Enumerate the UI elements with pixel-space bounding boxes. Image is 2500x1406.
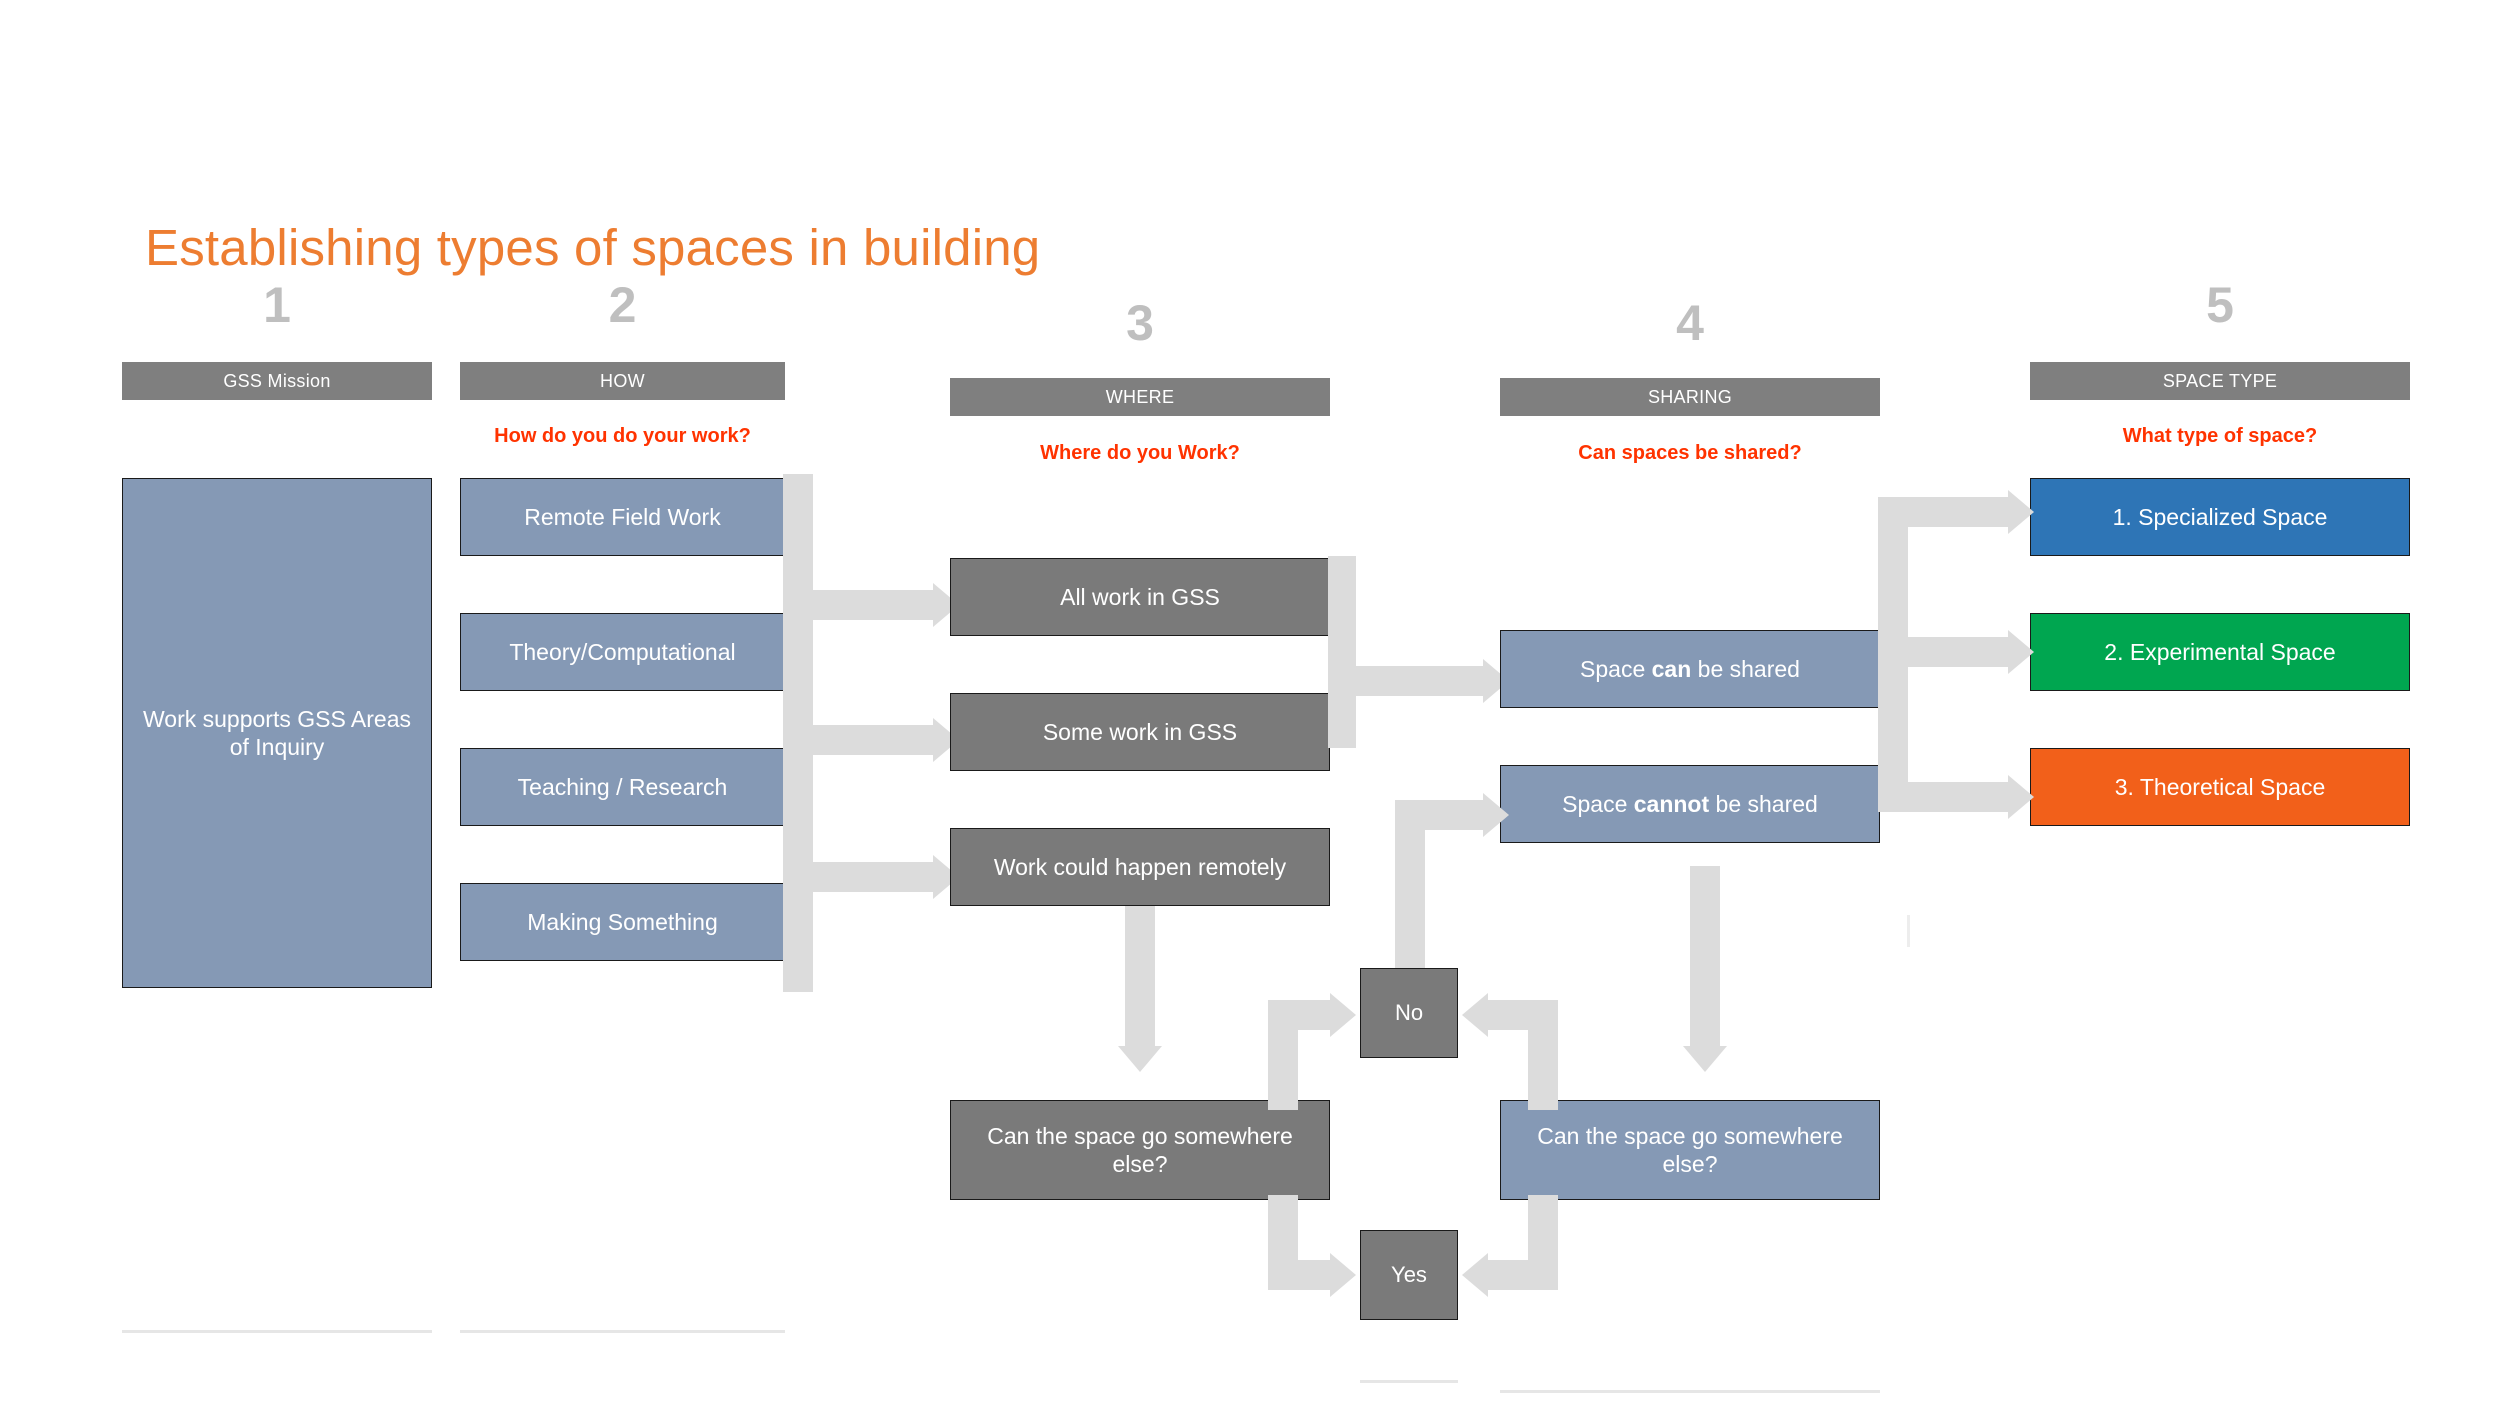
space-type-experimental[interactable]: 2. Experimental Space xyxy=(2030,613,2410,691)
arrow-head-no-to-cannot-share xyxy=(1483,793,1509,837)
connector-left-question-to-no xyxy=(1268,1000,1330,1030)
arrow-head-to-experimental xyxy=(2008,630,2034,674)
caption-where: Where do you Work? xyxy=(1040,442,1240,464)
step-number-2: 2 xyxy=(608,277,637,333)
arrow-head-to-theoretical xyxy=(2008,775,2034,819)
box-label: 2. Experimental Space xyxy=(2104,638,2336,665)
decision-box-no[interactable]: No xyxy=(1360,968,1458,1058)
connector-cannot-share-to-question-right xyxy=(1690,866,1720,1046)
how-box-remote-field-work[interactable]: Remote Field Work xyxy=(460,478,785,556)
footer-rule-2 xyxy=(460,1330,785,1333)
connector-to-experimental xyxy=(1878,637,2008,667)
box-label: Making Something xyxy=(527,908,718,935)
step-number-1: 1 xyxy=(263,277,291,333)
arrow-head-to-specialized xyxy=(2008,490,2034,534)
where-box-all-work-in-gss[interactable]: All work in GSS xyxy=(950,558,1330,636)
label-prefix: Space xyxy=(1562,790,1634,817)
how-box-theory-computational[interactable]: Theory/Computational xyxy=(460,613,785,691)
label-emphasis: cannot xyxy=(1633,790,1710,817)
connector-right-question-to-yes xyxy=(1488,1260,1558,1290)
label-suffix: be shared xyxy=(1709,790,1818,817)
box-label: Yes xyxy=(1391,1261,1427,1287)
sharing-box-can-be-shared[interactable]: Space can be shared xyxy=(1500,630,1880,708)
arrow-head-right-question-to-no xyxy=(1462,993,1488,1037)
connector-no-to-cannot-share xyxy=(1395,800,1483,830)
step-number-3: 3 xyxy=(1126,295,1154,351)
label-prefix: Space xyxy=(1580,655,1652,682)
page-title: Establishing types of spaces in building xyxy=(145,219,1041,276)
how-box-teaching-research[interactable]: Teaching / Research xyxy=(460,748,785,826)
decision-box-yes[interactable]: Yes xyxy=(1360,1230,1458,1320)
column-header-sharing: SHARING xyxy=(1500,378,1880,416)
connector-how-to-some-work xyxy=(783,725,933,755)
label-emphasis: can xyxy=(1651,655,1692,682)
caption-space-type: What type of space? xyxy=(2122,425,2318,447)
box-label: Space cannot be shared xyxy=(1562,790,1818,818)
box-label: No xyxy=(1394,999,1424,1025)
box-label: 3. Theoretical Space xyxy=(2114,773,2326,800)
box-label: Remote Field Work xyxy=(524,503,721,530)
question-box-right[interactable]: Can the space go somewhere else? xyxy=(1500,1100,1880,1200)
box-label: All work in GSS xyxy=(1060,583,1220,610)
box-label: Space can be shared xyxy=(1580,655,1800,683)
connector-right-question-to-no xyxy=(1488,1000,1558,1030)
box-label: Can the space go somewhere else? xyxy=(1537,1122,1843,1177)
footer-rule-4 xyxy=(1500,1390,1880,1393)
footer-rule-1 xyxy=(122,1330,432,1333)
step-number-5: 5 xyxy=(2206,277,2234,333)
connector-where-to-can-share xyxy=(1328,666,1483,696)
column-header-gss-mission: GSS Mission xyxy=(122,362,432,400)
footer-rule-3 xyxy=(1360,1380,1458,1383)
box-label: Teaching / Research xyxy=(517,773,728,800)
caption-how: How do you do your work? xyxy=(494,425,751,447)
box-label: Work could happen remotely xyxy=(993,853,1287,880)
label-suffix: be shared xyxy=(1691,655,1800,682)
connector-left-question-to-yes xyxy=(1268,1260,1330,1290)
caption-sharing: Can spaces be shared? xyxy=(1578,442,1802,464)
space-type-theoretical[interactable]: 3. Theoretical Space xyxy=(2030,748,2410,826)
column-header-how: HOW xyxy=(460,362,785,400)
column-header-where: WHERE xyxy=(950,378,1330,416)
where-box-some-work-in-gss[interactable]: Some work in GSS xyxy=(950,693,1330,771)
connector-how-to-all-work xyxy=(783,590,933,620)
how-box-making-something[interactable]: Making Something xyxy=(460,883,785,961)
box-label: Some work in GSS xyxy=(1042,718,1238,745)
arrow-head-to-question-left xyxy=(1118,1046,1162,1072)
arrow-head-to-question-right xyxy=(1683,1046,1727,1072)
mission-text: Work supports GSS Areas of Inquiry xyxy=(142,705,411,760)
connector-to-theoretical xyxy=(1878,782,2008,812)
connector-to-specialized xyxy=(1878,497,2008,527)
sharing-box-cannot-be-shared[interactable]: Space cannot be shared xyxy=(1500,765,1880,843)
mission-box[interactable]: Work supports GSS Areas of Inquiry xyxy=(122,478,432,988)
arrow-head-left-question-to-yes xyxy=(1330,1253,1356,1297)
column-header-space-type: SPACE TYPE xyxy=(2030,362,2410,400)
box-label: Can the space go somewhere else? xyxy=(987,1122,1293,1177)
arrow-head-left-question-to-no xyxy=(1330,993,1356,1037)
space-type-specialized[interactable]: 1. Specialized Space xyxy=(2030,478,2410,556)
box-label: 1. Specialized Space xyxy=(2112,503,2328,530)
faint-tick-mark xyxy=(1907,915,1910,947)
question-box-left[interactable]: Can the space go somewhere else? xyxy=(950,1100,1330,1200)
box-label: Theory/Computational xyxy=(509,638,736,665)
where-box-work-could-happen-remotely[interactable]: Work could happen remotely xyxy=(950,828,1330,906)
slide-canvas: Establishing types of spaces in building… xyxy=(0,0,2500,1406)
connector-how-to-remote-work xyxy=(783,862,933,892)
step-number-4: 4 xyxy=(1676,295,1704,351)
arrow-head-right-question-to-yes xyxy=(1462,1253,1488,1297)
connector-remote-to-question-left xyxy=(1125,906,1155,1046)
connector-where-trunk xyxy=(1328,556,1356,748)
